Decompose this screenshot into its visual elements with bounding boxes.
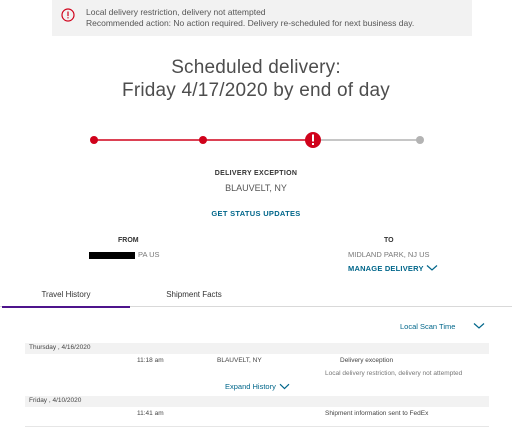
history-day-header: Friday , 4/10/2020 — [25, 396, 489, 407]
event-location: BLAUVELT, NY — [217, 357, 262, 364]
exception-icon — [305, 132, 321, 148]
alert-recommended-action: Recommended action: No action required. … — [86, 18, 415, 28]
history-date: Friday , 4/10/2020 — [29, 397, 82, 404]
scheduled-delivery-date: Friday 4/17/2020 by end of day — [122, 80, 390, 101]
event-detail: Local delivery restriction, delivery not… — [325, 370, 463, 377]
local-scan-time-toggle[interactable]: Local Scan Time — [400, 322, 455, 331]
event-description: Shipment information sent to FedEx — [325, 410, 429, 417]
alert-circle-icon — [61, 8, 75, 22]
to-label: TO — [384, 237, 394, 244]
chevron-down-icon[interactable] — [279, 383, 290, 390]
progress-step-4 — [416, 136, 424, 144]
chevron-down-icon[interactable] — [426, 264, 438, 272]
tab-travel-history-label: Travel History — [41, 290, 91, 299]
history-date: Thursday , 4/16/2020 — [29, 344, 91, 351]
active-tab-indicator — [2, 306, 130, 308]
status-location: BLAUVELT, NY — [225, 183, 287, 193]
tab-shipment-facts-label: Shipment Facts — [166, 290, 222, 299]
event-time: 11:18 am — [137, 357, 164, 364]
history-row-divider — [25, 426, 489, 427]
event-time: 11:41 am — [137, 410, 164, 417]
alert-banner: Local delivery restriction, delivery not… — [52, 0, 472, 36]
status-label: DELIVERY EXCEPTION — [214, 170, 298, 177]
delivery-progress-track — [90, 132, 424, 148]
expand-history-button[interactable]: Expand History — [225, 382, 276, 391]
tab-travel-history[interactable]: Travel History — [2, 290, 130, 308]
from-label: FROM — [118, 237, 139, 244]
history-day-header: Thursday , 4/16/2020 — [25, 343, 489, 354]
progress-step-2 — [199, 136, 207, 144]
progress-step-1 — [90, 136, 98, 144]
chevron-down-icon[interactable] — [473, 322, 485, 330]
redacted-origin-city — [89, 252, 135, 259]
tab-shipment-facts[interactable]: Shipment Facts — [130, 290, 258, 307]
alert-message: Local delivery restriction, delivery not… — [86, 7, 266, 17]
get-status-updates-link[interactable]: GET STATUS UPDATES — [0, 209, 512, 218]
event-description: Delivery exception — [340, 357, 394, 364]
from-state: PA US — [138, 250, 160, 259]
to-city: MIDLAND PARK, NJ US — [348, 250, 430, 259]
manage-delivery-link[interactable]: MANAGE DELIVERY — [348, 264, 424, 273]
scheduled-delivery-heading: Scheduled delivery: — [171, 57, 341, 78]
